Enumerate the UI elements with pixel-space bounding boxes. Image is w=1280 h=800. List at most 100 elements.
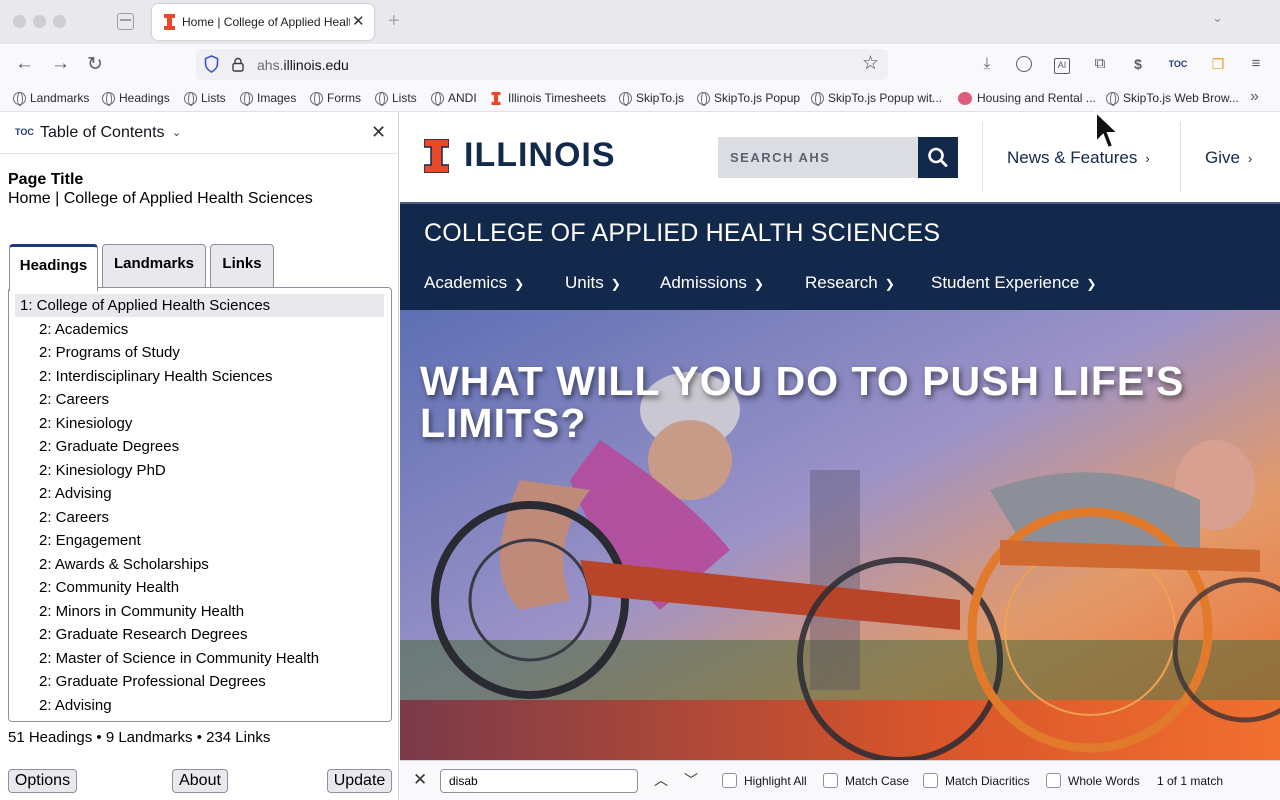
bookmark-item[interactable]: Landmarks bbox=[13, 91, 89, 106]
copy-extension-icon[interactable]: ❐ bbox=[1208, 54, 1228, 74]
find-next-icon[interactable]: ﹀ bbox=[684, 770, 698, 790]
find-previous-icon[interactable]: ︿ bbox=[654, 770, 668, 790]
bookmark-item[interactable]: Headings bbox=[102, 91, 170, 106]
find-bar: ✕ disab ︿ ﹀ Highlight All Match Case Mat… bbox=[400, 760, 1280, 800]
bookmarks-overflow-icon[interactable]: » bbox=[1250, 88, 1259, 106]
tree-item[interactable]: 2: Community Health bbox=[9, 576, 389, 599]
bookmark-item[interactable]: SkipTo.js Web Brow... bbox=[1106, 91, 1239, 106]
tree-item[interactable]: 2: Graduate Degrees bbox=[9, 435, 389, 458]
tree-item[interactable]: 2: Kinesiology bbox=[9, 412, 389, 435]
tree-item[interactable]: 2: Careers bbox=[9, 388, 389, 411]
bookmark-label: Lists bbox=[392, 91, 417, 105]
tree-item[interactable]: 2: Academics bbox=[9, 318, 389, 341]
window-minimize-button[interactable] bbox=[33, 15, 46, 28]
extensions-puzzle-icon[interactable]: ⧉ bbox=[1090, 54, 1110, 74]
search-input[interactable]: SEARCH AHS bbox=[718, 137, 918, 178]
toc-extension-icon[interactable]: TOC bbox=[1165, 54, 1191, 74]
bookmark-label: Headings bbox=[119, 91, 170, 105]
about-button[interactable]: About bbox=[172, 769, 228, 793]
tree-item[interactable]: 2: Awards & Scholarships bbox=[9, 553, 389, 576]
checkbox-box[interactable] bbox=[722, 773, 737, 788]
tree-item[interactable]: 2: Advising bbox=[9, 694, 389, 717]
bookmark-item[interactable]: SkipTo.js bbox=[619, 91, 684, 106]
lock-icon[interactable] bbox=[232, 57, 244, 72]
tree-item[interactable]: 2: Graduate Professional Degrees bbox=[9, 670, 389, 693]
nav-research[interactable]: Research ❯ bbox=[805, 273, 895, 293]
tree-item[interactable]: 2: Graduate Research Degrees bbox=[9, 623, 389, 646]
url-text[interactable]: ahs.illinois.edu bbox=[257, 57, 349, 73]
globe-icon bbox=[240, 91, 253, 106]
tab-list-chevron-icon[interactable]: ⌄ bbox=[1212, 10, 1223, 26]
tracking-protection-shield-icon[interactable] bbox=[204, 55, 219, 73]
downloads-icon[interactable]: ⤓ bbox=[977, 54, 997, 74]
nav-student-experience[interactable]: Student Experience ❯ bbox=[931, 273, 1096, 293]
window-close-button[interactable] bbox=[13, 15, 26, 28]
ai-extension-icon[interactable]: AI bbox=[1052, 54, 1072, 74]
tree-item[interactable]: 2: Master of Science in Community Health bbox=[9, 647, 389, 670]
tree-item[interactable]: 2: Minors in Community Health bbox=[9, 600, 389, 623]
illinois-wordmark[interactable]: ILLINOIS bbox=[464, 136, 616, 175]
match-case-checkbox[interactable]: Match Case bbox=[823, 773, 909, 788]
site-header: ILLINOIS SEARCH AHS News & Features › Giv… bbox=[400, 112, 1280, 202]
globe-icon bbox=[184, 91, 197, 106]
bookmark-item[interactable]: Lists bbox=[184, 91, 226, 106]
chevron-right-icon: › bbox=[1247, 151, 1253, 166]
college-name[interactable]: COLLEGE OF APPLIED HEALTH SCIENCES bbox=[424, 219, 940, 248]
tree-item[interactable]: 2: Interdisciplinary Health Sciences bbox=[9, 365, 389, 388]
browser-tab-active[interactable]: Home | College of Applied Health Science… bbox=[152, 4, 374, 40]
tab-links[interactable]: Links bbox=[210, 244, 274, 288]
nav-academics[interactable]: Academics ❯ bbox=[424, 273, 524, 293]
bookmark-label: SkipTo.js Popup wit... bbox=[828, 91, 943, 105]
search-button[interactable] bbox=[918, 137, 958, 178]
tree-item[interactable]: 2: Advising bbox=[9, 482, 389, 505]
window-zoom-button[interactable] bbox=[53, 15, 66, 28]
tab-overview-icon[interactable] bbox=[117, 13, 134, 30]
bookmark-item[interactable]: SkipTo.js Popup wit... bbox=[811, 91, 943, 106]
bookmark-item[interactable]: Images bbox=[240, 91, 296, 106]
bookmark-item[interactable]: Illinois Timesheets bbox=[491, 91, 606, 105]
tab-landmarks[interactable]: Landmarks bbox=[102, 244, 206, 288]
checkbox-box[interactable] bbox=[1046, 773, 1061, 788]
headings-tree[interactable]: 1: College of Applied Health Sciences 2:… bbox=[8, 287, 392, 722]
nav-units[interactable]: Units ❯ bbox=[565, 273, 621, 293]
bookmark-item[interactable]: Housing and Rental ... bbox=[958, 91, 1096, 105]
illinois-block-i-logo[interactable] bbox=[424, 139, 449, 173]
sidebar-close-icon[interactable]: ✕ bbox=[371, 122, 386, 143]
find-close-icon[interactable]: ✕ bbox=[413, 770, 427, 790]
give-link[interactable]: Give › bbox=[1205, 148, 1252, 168]
bookmark-star-icon[interactable]: ☆ bbox=[862, 52, 879, 75]
whole-words-checkbox[interactable]: Whole Words bbox=[1046, 773, 1140, 788]
tree-item[interactable]: 1: College of Applied Health Sciences bbox=[15, 294, 384, 317]
update-button[interactable]: Update bbox=[327, 769, 392, 793]
find-input[interactable]: disab bbox=[440, 769, 638, 793]
account-icon[interactable] bbox=[1014, 54, 1034, 74]
app-menu-icon[interactable]: ≡ bbox=[1246, 54, 1266, 74]
tab-headings[interactable]: Headings bbox=[9, 244, 98, 291]
checkbox-box[interactable] bbox=[823, 773, 838, 788]
sidebar-title[interactable]: Table of Contents bbox=[40, 124, 165, 142]
new-tab-icon[interactable]: + bbox=[388, 10, 400, 33]
bookmark-item[interactable]: SkipTo.js Popup bbox=[697, 91, 800, 106]
tree-item[interactable]: 2: Programs of Study bbox=[9, 341, 389, 364]
bookmark-item[interactable]: Lists bbox=[375, 91, 417, 106]
tree-item[interactable]: 2: Careers bbox=[9, 506, 389, 529]
match-diacritics-checkbox[interactable]: Match Diacritics bbox=[923, 773, 1030, 788]
tab-close-icon[interactable]: ✕ bbox=[352, 12, 365, 30]
bookmark-item[interactable]: ANDI bbox=[431, 91, 477, 106]
tree-item[interactable]: 2: Engagement bbox=[9, 529, 389, 552]
college-nav-block: COLLEGE OF APPLIED HEALTH SCIENCES Acade… bbox=[400, 202, 1280, 310]
nav-admissions[interactable]: Admissions ❯ bbox=[660, 273, 764, 293]
options-button[interactable]: Options bbox=[8, 769, 77, 793]
tree-item[interactable]: 2: Kinesiology PhD bbox=[9, 459, 389, 482]
news-features-link[interactable]: News & Features › bbox=[1007, 148, 1150, 168]
forward-arrow-icon[interactable]: → bbox=[51, 53, 70, 75]
bookmark-item[interactable]: Forms bbox=[310, 91, 361, 106]
chevron-down-icon[interactable]: ⌄ bbox=[172, 126, 181, 139]
reload-icon[interactable]: ↻ bbox=[87, 53, 103, 76]
checkbox-box[interactable] bbox=[923, 773, 938, 788]
skipto-extension-icon[interactable]: $ bbox=[1128, 54, 1148, 74]
highlight-all-checkbox[interactable]: Highlight All bbox=[722, 773, 807, 788]
back-arrow-icon[interactable]: ← bbox=[15, 53, 34, 75]
address-bar[interactable]: ahs.illinois.edu ☆ bbox=[196, 49, 888, 80]
nav-label: Admissions bbox=[660, 273, 747, 292]
